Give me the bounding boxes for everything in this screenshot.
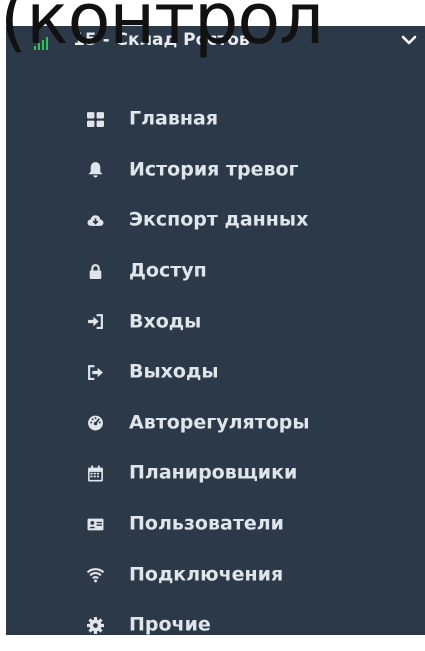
sidebar-item-data-export[interactable]: Экспорт данных <box>6 195 425 246</box>
sidebar-item-autoregulators[interactable]: Авторегуляторы <box>6 398 425 449</box>
sidebar-item-other[interactable]: Прочие <box>6 600 425 651</box>
id-card-icon <box>86 515 104 533</box>
device-selector[interactable]: 15 - Склад Ростов <box>6 26 425 60</box>
sidebar-item-label: История тревог <box>129 158 299 181</box>
sidebar-item-label: Прочие <box>129 613 211 636</box>
sidebar-item-users[interactable]: Пользователи <box>6 499 425 550</box>
chevron-down-icon[interactable] <box>399 30 419 50</box>
sidebar-item-label: Подключения <box>129 563 284 586</box>
sidebar-item-label: Входы <box>129 310 202 333</box>
gauge-icon <box>86 414 104 432</box>
sidebar-item-inputs[interactable]: Входы <box>6 296 425 347</box>
sidebar-item-home[interactable]: Главная <box>6 94 425 145</box>
sidebar-item-label: Пользователи <box>129 512 284 535</box>
sidebar-item-label: Экспорт данных <box>129 209 309 232</box>
sidebar-menu: Главная История тревог Экспорт данных До… <box>6 94 425 651</box>
signal-icon <box>34 34 54 50</box>
sidebar-item-label: Авторегуляторы <box>129 411 310 434</box>
sidebar-item-label: Главная <box>129 107 219 130</box>
sign-in-icon <box>86 313 104 331</box>
gear-icon <box>86 616 104 634</box>
sidebar-item-label: Планировщики <box>129 462 298 485</box>
cloud-download-icon <box>86 211 104 229</box>
bell-icon <box>86 161 104 179</box>
lock-icon <box>86 262 104 280</box>
grid-icon <box>86 110 104 128</box>
sidebar: 15 - Склад Ростов Главная История тревог… <box>6 26 425 636</box>
sidebar-item-label: Доступ <box>129 259 207 282</box>
sidebar-item-outputs[interactable]: Выходы <box>6 347 425 398</box>
sign-out-icon <box>86 363 104 381</box>
sidebar-item-alarm-history[interactable]: История тревог <box>6 145 425 196</box>
sidebar-item-connections[interactable]: Подключения <box>6 549 425 600</box>
wifi-icon <box>86 566 104 584</box>
sidebar-item-access[interactable]: Доступ <box>6 246 425 297</box>
sidebar-item-schedulers[interactable]: Планировщики <box>6 448 425 499</box>
calendar-icon <box>86 464 104 482</box>
sidebar-item-label: Выходы <box>129 360 219 383</box>
device-title: 15 - Склад Ростов <box>73 30 250 50</box>
